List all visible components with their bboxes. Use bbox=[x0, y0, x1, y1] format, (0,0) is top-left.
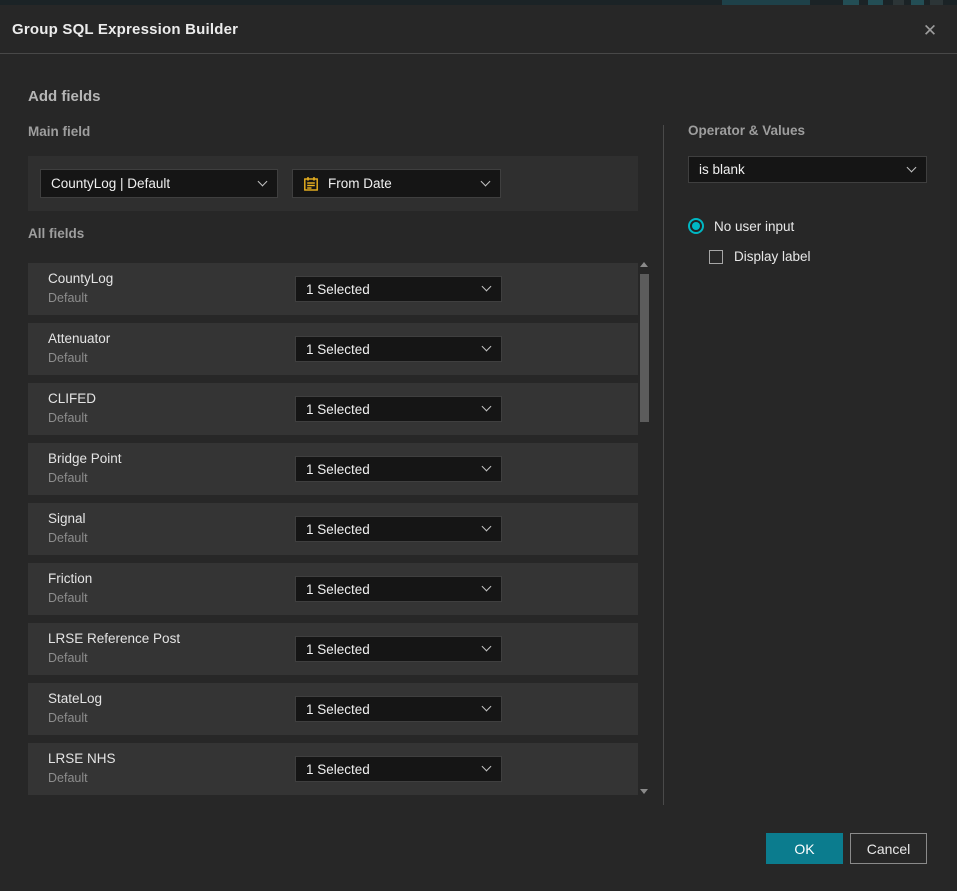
field-row-selection-value: 1 Selected bbox=[306, 642, 370, 657]
field-row: CountyLog Default 1 Selected bbox=[28, 263, 638, 315]
chevron-down-icon bbox=[481, 176, 491, 186]
main-field-container: CountyLog | Default From Date bbox=[28, 156, 638, 211]
chevron-down-icon bbox=[907, 162, 917, 172]
chevron-down-icon bbox=[482, 402, 492, 412]
field-row-name: CountyLog bbox=[48, 271, 113, 286]
field-row-subtitle: Default bbox=[48, 531, 88, 545]
field-row-selection-value: 1 Selected bbox=[306, 402, 370, 417]
dialog-header: Group SQL Expression Builder ✕ bbox=[0, 5, 957, 54]
field-row-selection-dropdown[interactable]: 1 Selected bbox=[295, 396, 502, 422]
field-row: StateLog Default 1 Selected bbox=[28, 683, 638, 735]
field-select-value: From Date bbox=[328, 176, 392, 191]
field-row-selection-dropdown[interactable]: 1 Selected bbox=[295, 456, 502, 482]
scrollbar-down-icon[interactable] bbox=[640, 789, 648, 794]
no-user-input-label: No user input bbox=[714, 219, 794, 234]
field-row-subtitle: Default bbox=[48, 711, 88, 725]
close-icon[interactable]: ✕ bbox=[917, 18, 943, 44]
panel-divider bbox=[663, 125, 664, 805]
field-row: CLIFED Default 1 Selected bbox=[28, 383, 638, 435]
field-row-name: LRSE NHS bbox=[48, 751, 116, 766]
chevron-down-icon bbox=[482, 522, 492, 532]
field-row-selection-value: 1 Selected bbox=[306, 702, 370, 717]
display-label-label: Display label bbox=[734, 249, 811, 264]
field-row-name: Signal bbox=[48, 511, 86, 526]
operator-select-value: is blank bbox=[699, 162, 745, 177]
field-row-selection-dropdown[interactable]: 1 Selected bbox=[295, 516, 502, 542]
field-row-selection-dropdown[interactable]: 1 Selected bbox=[295, 696, 502, 722]
field-row-name: Bridge Point bbox=[48, 451, 122, 466]
field-row-name: StateLog bbox=[48, 691, 102, 706]
field-row-selection-dropdown[interactable]: 1 Selected bbox=[295, 756, 502, 782]
chevron-down-icon bbox=[258, 176, 268, 186]
field-row-selection-value: 1 Selected bbox=[306, 522, 370, 537]
list-scrollbar[interactable] bbox=[639, 260, 650, 796]
calendar-icon bbox=[303, 176, 319, 192]
chevron-down-icon bbox=[482, 462, 492, 472]
field-row-subtitle: Default bbox=[48, 651, 88, 665]
field-row-selection-value: 1 Selected bbox=[306, 342, 370, 357]
checkbox-icon[interactable] bbox=[709, 250, 723, 264]
field-row-name: CLIFED bbox=[48, 391, 96, 406]
field-row: Attenuator Default 1 Selected bbox=[28, 323, 638, 375]
dialog-title: Group SQL Expression Builder bbox=[12, 21, 238, 38]
field-row: Friction Default 1 Selected bbox=[28, 563, 638, 615]
chevron-down-icon bbox=[482, 582, 492, 592]
field-row-name: Attenuator bbox=[48, 331, 110, 346]
field-select-dropdown[interactable]: From Date bbox=[292, 169, 501, 198]
chevron-down-icon bbox=[482, 342, 492, 352]
field-row-selection-value: 1 Selected bbox=[306, 282, 370, 297]
radio-icon[interactable] bbox=[688, 218, 704, 234]
field-row-name: LRSE Reference Post bbox=[48, 631, 180, 646]
field-row-selection-dropdown[interactable]: 1 Selected bbox=[295, 636, 502, 662]
field-row-subtitle: Default bbox=[48, 291, 88, 305]
field-row: LRSE Reference Post Default 1 Selected bbox=[28, 623, 638, 675]
ok-button[interactable]: OK bbox=[766, 833, 843, 864]
operator-values-label: Operator & Values bbox=[688, 123, 805, 138]
field-row-subtitle: Default bbox=[48, 351, 88, 365]
no-user-input-radio[interactable]: No user input bbox=[688, 218, 794, 234]
chevron-down-icon bbox=[482, 642, 492, 652]
field-row-subtitle: Default bbox=[48, 591, 88, 605]
field-row-subtitle: Default bbox=[48, 411, 88, 425]
add-fields-heading: Add fields bbox=[28, 88, 101, 105]
chevron-down-icon bbox=[482, 282, 492, 292]
layer-select-value: CountyLog | Default bbox=[51, 176, 170, 191]
field-row-selection-value: 1 Selected bbox=[306, 462, 370, 477]
cancel-button[interactable]: Cancel bbox=[850, 833, 927, 864]
field-row-subtitle: Default bbox=[48, 471, 88, 485]
chevron-down-icon bbox=[482, 702, 492, 712]
operator-select-dropdown[interactable]: is blank bbox=[688, 156, 927, 183]
field-row-name: Friction bbox=[48, 571, 92, 586]
field-row-selection-value: 1 Selected bbox=[306, 582, 370, 597]
chevron-down-icon bbox=[482, 762, 492, 772]
scrollbar-thumb[interactable] bbox=[640, 274, 649, 422]
field-row: Bridge Point Default 1 Selected bbox=[28, 443, 638, 495]
field-row-subtitle: Default bbox=[48, 771, 88, 785]
field-row-selection-dropdown[interactable]: 1 Selected bbox=[295, 576, 502, 602]
scrollbar-up-icon[interactable] bbox=[640, 262, 648, 267]
main-field-label: Main field bbox=[28, 124, 90, 139]
all-fields-list: CountyLog Default 1 Selected Attenuator … bbox=[28, 263, 638, 803]
field-row-selection-dropdown[interactable]: 1 Selected bbox=[295, 276, 502, 302]
field-row-selection-dropdown[interactable]: 1 Selected bbox=[295, 336, 502, 362]
field-row: LRSE NHS Default 1 Selected bbox=[28, 743, 638, 795]
layer-select-dropdown[interactable]: CountyLog | Default bbox=[40, 169, 278, 198]
display-label-checkbox[interactable]: Display label bbox=[709, 249, 811, 264]
field-row-selection-value: 1 Selected bbox=[306, 762, 370, 777]
field-row: Signal Default 1 Selected bbox=[28, 503, 638, 555]
all-fields-label: All fields bbox=[28, 226, 84, 241]
